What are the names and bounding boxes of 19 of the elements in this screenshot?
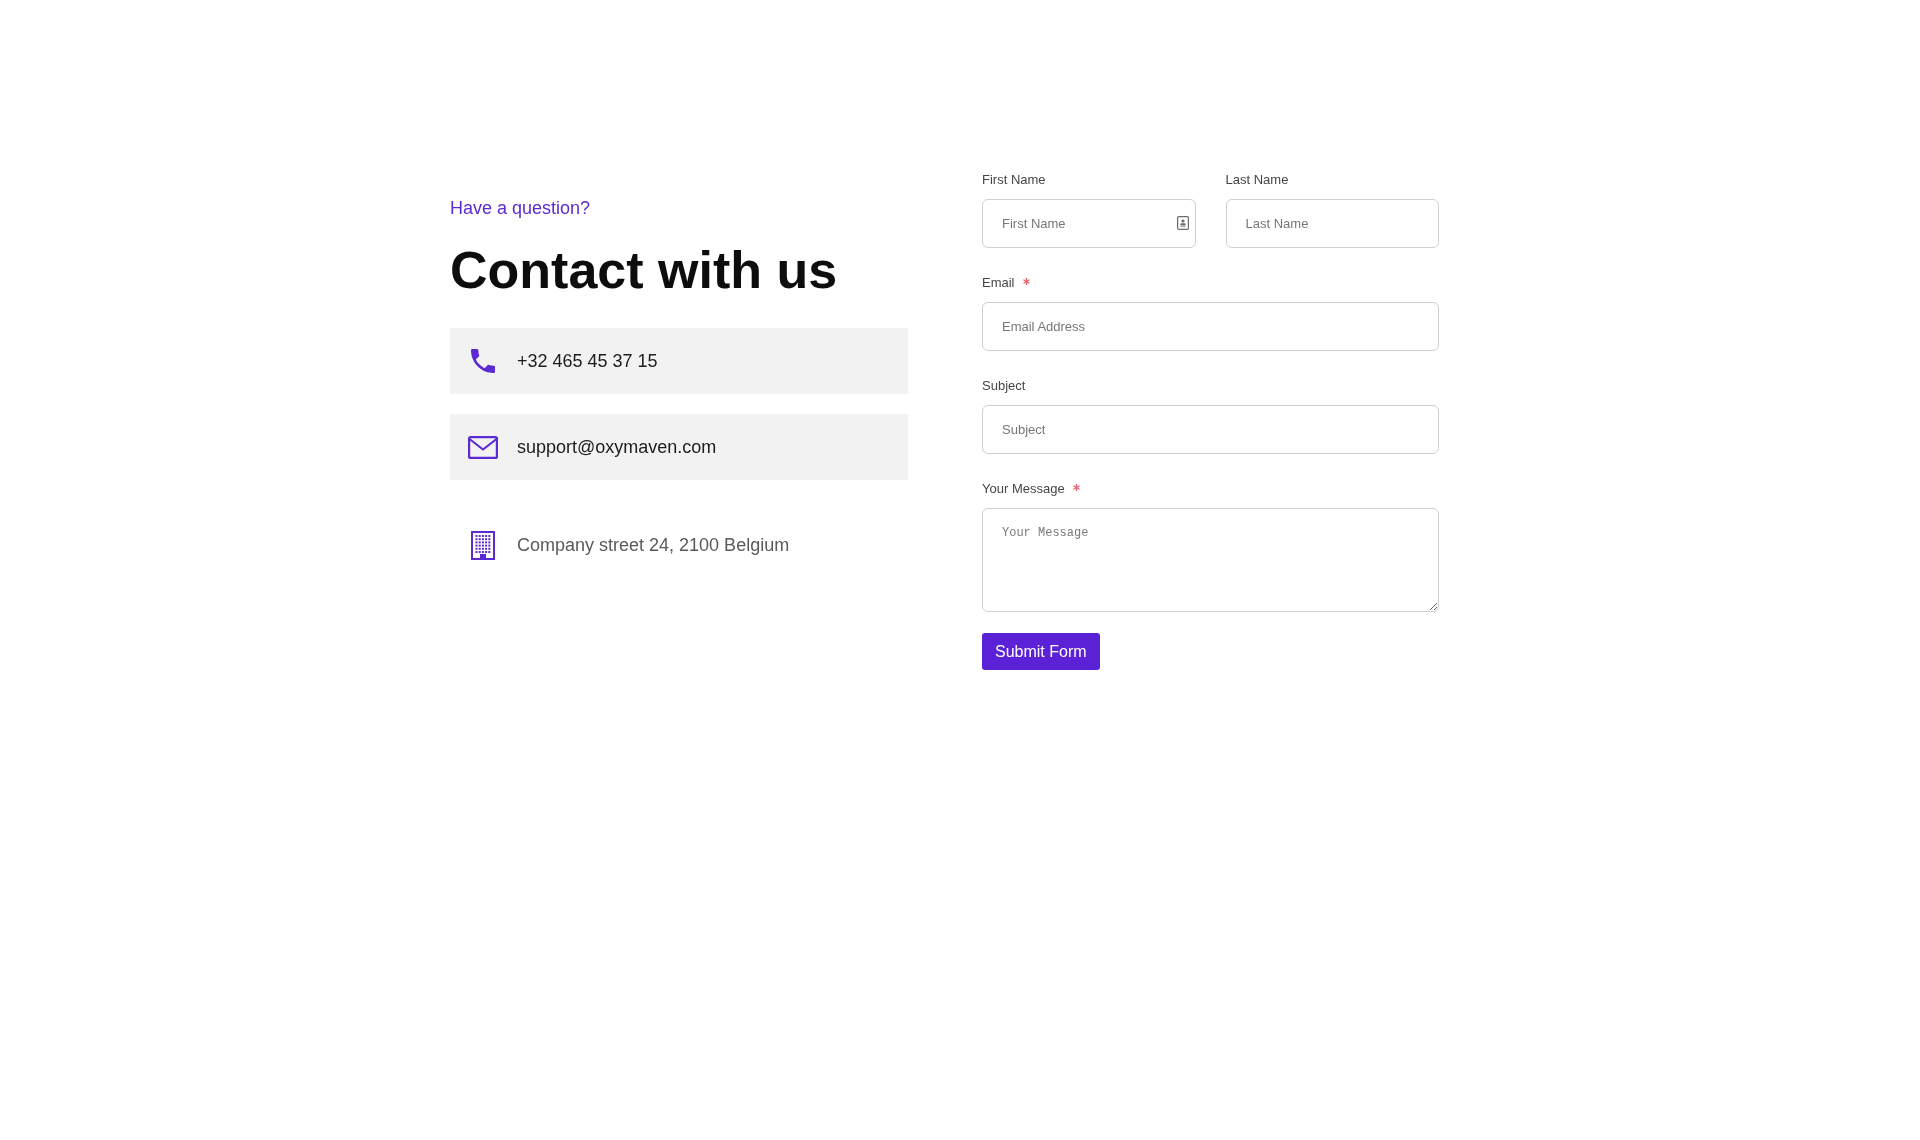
page-heading: Contact with us bbox=[450, 244, 838, 296]
field-label: First Name bbox=[982, 171, 1046, 189]
submit-button[interactable]: Submit Form bbox=[982, 633, 1100, 670]
phone-number: +32 465 45 37 15 bbox=[517, 349, 658, 373]
input-field[interactable]: First Name bbox=[982, 199, 1196, 248]
email-address: support@oxymaven.com bbox=[517, 435, 717, 459]
phone-icon bbox=[471, 349, 495, 373]
message-field[interactable]: Your Message bbox=[982, 508, 1439, 612]
address-text: Company street 24, 2100 Belgium bbox=[517, 533, 790, 557]
input-field[interactable]: Last Name bbox=[1225, 199, 1439, 248]
eyebrow-text: Have a question? bbox=[450, 197, 591, 220]
input-field[interactable]: Email Address bbox=[982, 302, 1439, 351]
building-icon bbox=[471, 530, 495, 560]
field-label: Your Message bbox=[982, 480, 1065, 498]
envelope-icon bbox=[468, 435, 498, 459]
input-field[interactable]: Subject bbox=[982, 405, 1439, 454]
field-label: Last Name bbox=[1225, 171, 1289, 189]
field-label: Email bbox=[982, 274, 1015, 292]
field-label: Subject bbox=[982, 377, 1026, 395]
